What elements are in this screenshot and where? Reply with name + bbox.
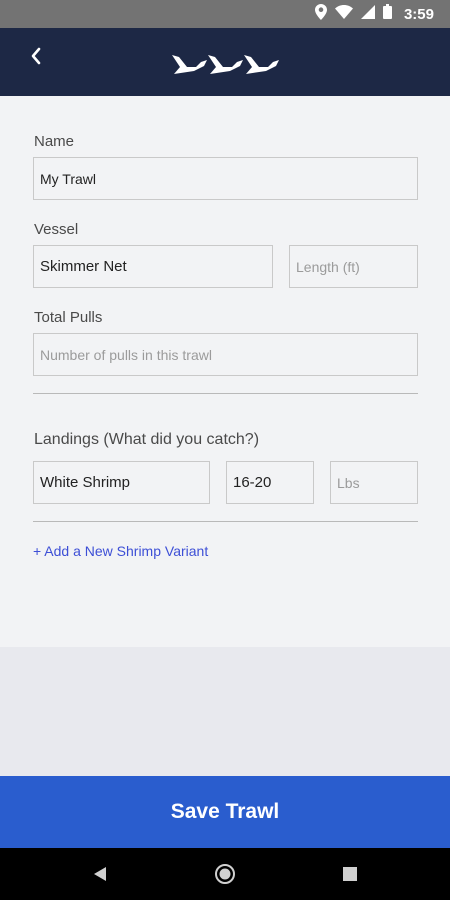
landings-label: Landings (What did you catch?) [34,431,260,448]
wifi-icon [334,4,353,24]
trawl-form: Name My Trawl Vessel Skimmer Net Length … [0,96,450,647]
landings-divider [33,521,418,522]
back-chevron-icon [31,47,41,65]
shrimp-count-field[interactable]: 16-20 [226,461,314,504]
status-icons: 3:59 [314,3,434,25]
nav-recents-button[interactable] [338,862,362,886]
signal-icon [360,4,375,24]
back-triangle-icon [94,867,106,881]
shrimp-species-field[interactable]: White Shrimp [33,461,210,504]
shrimp-weight-field[interactable]: Lbs [330,461,418,504]
section-divider [33,393,418,394]
app-bar [0,28,450,96]
recents-square-icon [343,867,357,881]
status-bar: 3:59 [0,0,450,28]
save-trawl-button[interactable]: Save Trawl [0,776,450,848]
name-label: Name [34,133,75,150]
vessel-field[interactable]: Skimmer Net [33,245,273,288]
total-pulls-label: Total Pulls [34,309,103,326]
vessel-label: Vessel [34,221,79,238]
vessel-length-field[interactable]: Length (ft) [289,245,418,288]
back-button[interactable] [22,42,50,70]
home-circle-icon [215,864,235,884]
system-nav-bar [0,848,450,900]
battery-icon [382,4,392,24]
status-time: 3:59 [403,5,434,23]
nav-back-button[interactable] [88,862,112,886]
total-pulls-field[interactable]: Number of pulls in this trawl [33,333,418,376]
flying-birds-logo [172,55,279,74]
name-field[interactable]: My Trawl [33,157,418,200]
nav-home-button[interactable] [213,862,237,886]
location-icon [314,3,327,25]
add-shrimp-variant-link[interactable]: + Add a New Shrimp Variant [33,543,208,559]
